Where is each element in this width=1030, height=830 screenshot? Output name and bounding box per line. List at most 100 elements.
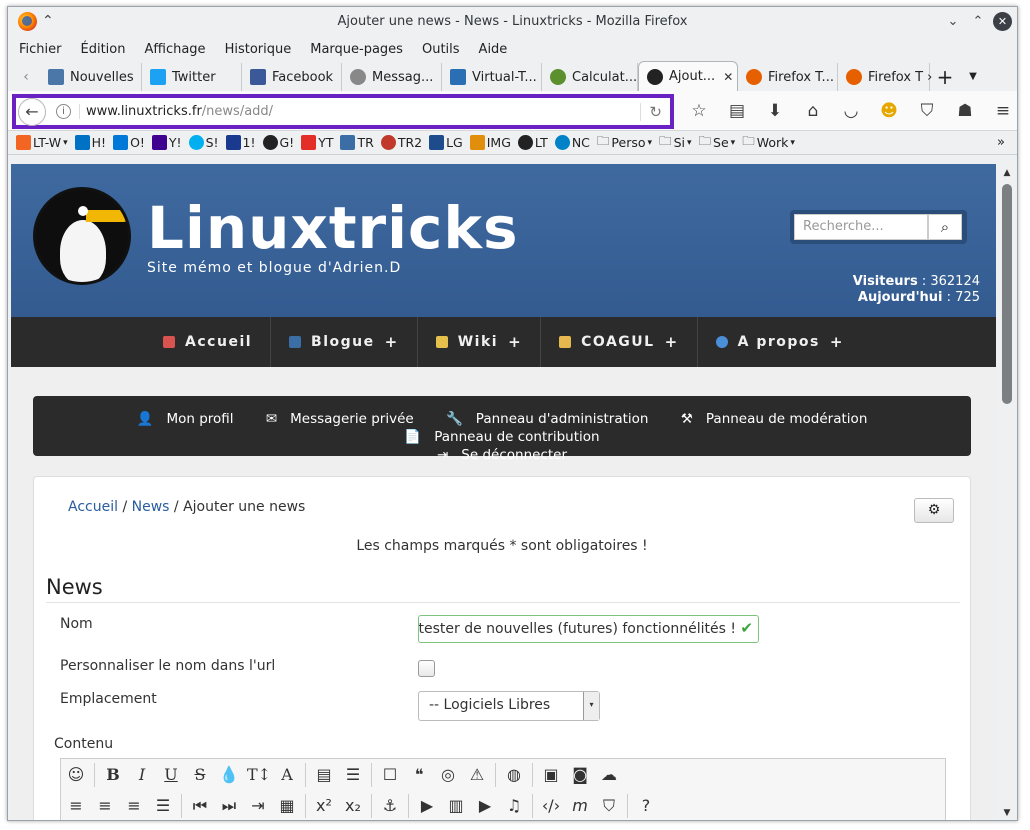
url-bar[interactable]: ← i www.linuxtricks.fr/news/add/ ↻ bbox=[12, 94, 674, 129]
tab-twitter[interactable]: Twitter bbox=[142, 63, 242, 91]
bold-icon[interactable]: B bbox=[102, 762, 124, 788]
menu-aide[interactable]: Aide bbox=[479, 42, 508, 57]
bookmark-tr[interactable]: TR bbox=[340, 135, 374, 150]
bookmark-outlook[interactable]: O! bbox=[113, 135, 145, 150]
play-icon[interactable]: ▶ bbox=[416, 793, 438, 819]
strikethrough-icon[interactable]: S bbox=[189, 762, 211, 788]
menu-affichage[interactable]: Affichage bbox=[144, 42, 205, 57]
site-brand[interactable]: Linuxtricks bbox=[147, 194, 519, 262]
expand-plus-icon[interactable]: + bbox=[830, 333, 844, 351]
color-drop-icon[interactable]: 💧 bbox=[218, 762, 240, 788]
music-icon[interactable]: ♫ bbox=[503, 793, 525, 819]
align-left-icon[interactable]: ≡ bbox=[65, 793, 87, 819]
italic-icon[interactable]: I bbox=[131, 762, 153, 788]
menu-historique[interactable]: Historique bbox=[225, 42, 292, 57]
align-right-icon[interactable]: ≡ bbox=[123, 793, 145, 819]
search-icon[interactable]: ⌕ bbox=[928, 214, 962, 240]
close-window-button[interactable]: ✕ bbox=[993, 12, 1012, 31]
tab-messages[interactable]: Messag... bbox=[342, 63, 442, 91]
menu-fichier[interactable]: Fichier bbox=[19, 42, 62, 57]
tab-facebook[interactable]: Facebook bbox=[242, 63, 342, 91]
upload-cloud-icon[interactable]: ☁ bbox=[598, 762, 620, 788]
breadcrumb-accueil[interactable]: Accueil bbox=[68, 499, 118, 515]
hide-eye-icon[interactable]: ◎ bbox=[437, 762, 459, 788]
emoji-addon-icon[interactable]: ☻ bbox=[870, 101, 908, 121]
float-right-icon[interactable]: ⏭ bbox=[218, 793, 240, 819]
maximize-button[interactable]: ⌃ bbox=[968, 12, 988, 32]
pocket-icon[interactable]: ◡ bbox=[832, 101, 870, 121]
text-size-icon[interactable]: T↕ bbox=[247, 762, 271, 788]
privacy-shield-icon[interactable]: ⛉ bbox=[908, 101, 946, 121]
bookmark-tr2[interactable]: TR2 bbox=[380, 135, 422, 150]
float-left-icon[interactable]: ⏮ bbox=[189, 793, 211, 819]
menu-edition[interactable]: Édition bbox=[81, 42, 126, 57]
bookmark-yahoo[interactable]: Y! bbox=[151, 135, 182, 150]
logout-link[interactable]: ⇥ Se déconnecter bbox=[430, 447, 574, 463]
tab-calculator[interactable]: Calculat... bbox=[542, 63, 638, 91]
minimize-button[interactable]: ⌄ bbox=[943, 12, 963, 32]
new-tab-button[interactable]: + bbox=[930, 63, 960, 91]
image-icon[interactable]: ▣ bbox=[540, 762, 562, 788]
bookmark-youtube[interactable]: YT bbox=[301, 135, 333, 150]
smiley-icon[interactable]: ☺ bbox=[65, 762, 87, 788]
hamburger-menu-icon[interactable]: ≡ bbox=[984, 101, 1017, 121]
subscript-icon[interactable]: x₂ bbox=[342, 793, 364, 819]
underline-icon[interactable]: U bbox=[160, 762, 182, 788]
bookmark-folder-se[interactable]: 🗀 Se ▾ bbox=[699, 132, 736, 153]
downloads-icon[interactable]: ⬇ bbox=[756, 101, 794, 121]
page-scrollbar[interactable]: ▲ ▼ bbox=[996, 164, 1017, 820]
expand-plus-icon[interactable]: + bbox=[665, 333, 679, 351]
tab-ajouter-news[interactable]: Ajout... ✕ bbox=[638, 61, 738, 91]
menu-marque-pages[interactable]: Marque-pages bbox=[310, 42, 403, 57]
scroll-down-icon[interactable]: ▼ bbox=[996, 808, 1017, 818]
nom-input[interactable]: ır tester de nouvelles (futures) fonctio… bbox=[418, 615, 759, 643]
block-icon[interactable]: ☐ bbox=[379, 762, 401, 788]
tab-firefox-1[interactable]: Firefox T... bbox=[738, 63, 838, 91]
messagerie-link[interactable]: ✉ Messagerie privée bbox=[259, 411, 421, 427]
bookmark-folder-work[interactable]: 🗀 Work ▾ bbox=[742, 132, 795, 153]
url-name-checkbox[interactable] bbox=[418, 660, 435, 677]
nav-a-propos[interactable]: A propos + bbox=[698, 317, 862, 367]
tab-nouvelles[interactable]: Nouvelles bbox=[40, 63, 142, 91]
bookmark-img[interactable]: IMG bbox=[469, 135, 511, 150]
bulleted-list-icon[interactable]: ☰ bbox=[342, 762, 364, 788]
anchor-icon[interactable]: ⚓ bbox=[379, 793, 401, 819]
align-justify-icon[interactable]: ☰ bbox=[152, 793, 174, 819]
align-center-icon[interactable]: ≡ bbox=[94, 793, 116, 819]
bookmark-folder-perso[interactable]: 🗀 Perso ▾ bbox=[597, 132, 652, 153]
nav-blogue[interactable]: Blogue + bbox=[271, 317, 418, 367]
moderation-panel-link[interactable]: ⚒ Panneau de modération bbox=[674, 411, 875, 427]
tab-virtual-t[interactable]: Virtual-T... bbox=[442, 63, 542, 91]
close-tab-icon[interactable]: ✕ bbox=[723, 70, 733, 84]
bookmark-hotmail[interactable]: H! bbox=[74, 135, 106, 150]
bookmark-skype[interactable]: S! bbox=[188, 135, 219, 150]
expand-plus-icon[interactable]: + bbox=[385, 333, 399, 351]
bookmark-nc[interactable]: NC bbox=[554, 135, 590, 150]
nav-coagul[interactable]: COAGUL + bbox=[541, 317, 698, 367]
nav-wiki[interactable]: Wiki + bbox=[418, 317, 542, 367]
expand-plus-icon[interactable]: + bbox=[508, 333, 522, 351]
back-arrow-icon[interactable]: ← bbox=[18, 97, 46, 126]
nav-accueil[interactable]: Accueil bbox=[145, 317, 272, 367]
font-icon[interactable]: A bbox=[276, 762, 298, 788]
help-icon[interactable]: ? bbox=[635, 793, 657, 819]
bookmark-github[interactable]: G! bbox=[262, 135, 294, 150]
reading-list-icon[interactable]: ▤ bbox=[718, 101, 756, 121]
search-input[interactable]: Recherche... bbox=[794, 214, 928, 240]
scrollbar-thumb[interactable] bbox=[1002, 184, 1012, 404]
bookmarks-overflow-icon[interactable]: » bbox=[997, 135, 1005, 150]
bookmark-lg[interactable]: LG bbox=[429, 135, 463, 150]
camera-icon[interactable]: ◙ bbox=[569, 762, 591, 788]
bookmark-lt[interactable]: LT bbox=[517, 135, 548, 150]
incognito-icon[interactable]: ☗ bbox=[946, 101, 984, 121]
tab-list-icon[interactable]: ▼ bbox=[960, 63, 986, 91]
reload-icon[interactable]: ↻ bbox=[640, 103, 662, 121]
tab-firefox-2[interactable]: Firefox T › bbox=[838, 63, 932, 91]
home-icon[interactable]: ⌂ bbox=[794, 101, 832, 121]
emplacement-select[interactable]: -- Logiciels Libres ▾ bbox=[418, 691, 600, 721]
breadcrumb-news[interactable]: News bbox=[132, 499, 170, 515]
bookmark-folder-si[interactable]: 🗀 Si ▾ bbox=[659, 132, 691, 153]
html5-icon[interactable]: ⛉ bbox=[598, 793, 620, 819]
contribution-panel-link[interactable]: 📄 Panneau de contribution bbox=[397, 429, 606, 445]
tab-scroll-left-icon[interactable]: ‹ bbox=[12, 63, 40, 91]
